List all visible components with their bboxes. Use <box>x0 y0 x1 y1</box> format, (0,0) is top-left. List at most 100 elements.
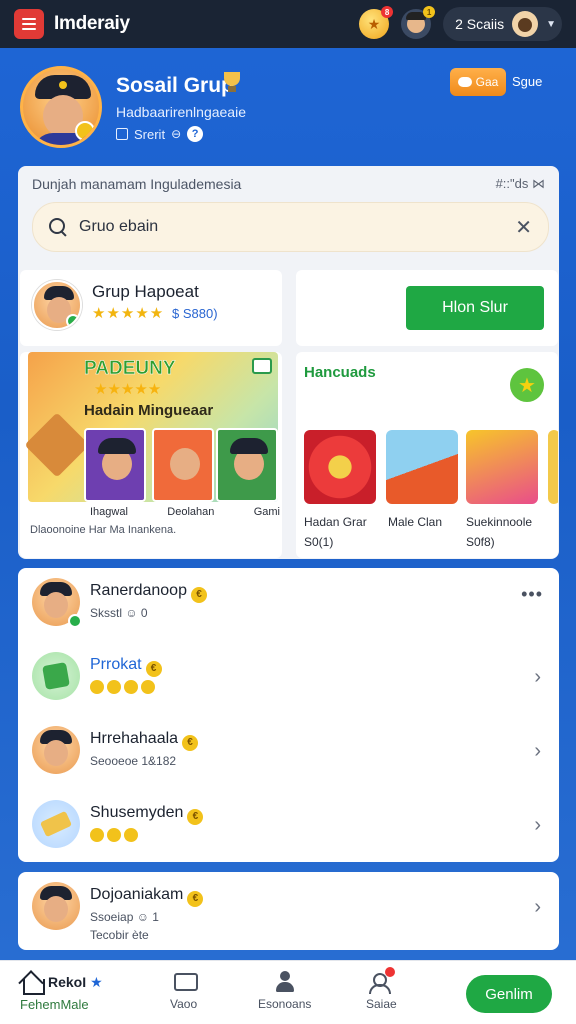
notifications-avatar[interactable]: 1 <box>401 6 436 39</box>
list-item[interactable]: Hrrehahaala € Seooeoe 1&182 › <box>18 716 559 790</box>
close-icon[interactable]: ✕ <box>515 215 532 240</box>
coin-icon: € <box>190 587 207 603</box>
member-sub: Seooeoe 1&182 <box>90 754 177 768</box>
notification-dot-icon <box>385 967 396 977</box>
tv-icon <box>172 971 198 993</box>
cta-button[interactable]: Genlim <box>466 975 552 1013</box>
group-avatar <box>32 280 82 330</box>
promo-label: Ihagwal <box>90 506 128 518</box>
trophy-icon <box>220 70 244 94</box>
panel-heading: Dunjah manamam Ingulademesia <box>32 176 242 192</box>
member-name: Prrokat € <box>90 656 162 677</box>
nav-label: Esonoans <box>258 997 312 1011</box>
featured-card: Hancuads ★ Hadan Grar S0(1) Male Clan Su… <box>296 352 558 558</box>
chevron-right-icon[interactable]: › <box>534 740 541 763</box>
member-avatar <box>32 652 80 700</box>
user-avatar <box>512 11 539 37</box>
character-tile[interactable] <box>216 428 278 502</box>
chevron-right-icon[interactable]: › <box>534 814 541 837</box>
top-icons: ★ 8 1 2 Scaiis ▼ <box>359 6 562 41</box>
promo-title: PADEUNY <box>84 358 176 380</box>
share-button[interactable]: Sgue <box>512 74 542 89</box>
member-name: Shusemyden € <box>90 804 204 825</box>
star-icon: ★ <box>90 973 103 990</box>
featured-item-name: Male Clan <box>388 515 443 529</box>
list-item[interactable]: Ranerdanoop € Sksstl ☺ 0 ••• <box>18 568 559 642</box>
more-icon[interactable]: ••• <box>521 584 543 605</box>
group-panel: Dunjah manamam Ingulademesia #::"ds ⋈ ✕ … <box>18 166 559 559</box>
member-badges <box>90 680 155 697</box>
coin-icon: € <box>187 809 204 825</box>
menu-icon[interactable] <box>14 9 44 39</box>
profile-name: Sosail Grup <box>116 74 234 97</box>
list-item[interactable]: Dojoaniakam € Ssoeiap ☺ 1 Tecobir ète › <box>18 872 559 946</box>
online-dot-icon <box>68 614 82 628</box>
list-item[interactable]: Shusemyden € › <box>18 790 559 864</box>
avatar-face-icon <box>406 12 427 33</box>
member-list: Ranerdanoop € Sksstl ☺ 0 ••• Prrokat € › H… <box>18 568 559 862</box>
member-sub: Ssoeiap ☺ 1 <box>90 910 159 924</box>
join-card: Hlon Slur <box>296 270 558 346</box>
home-icon <box>20 971 45 995</box>
calendar-icon <box>116 128 128 140</box>
user-pill[interactable]: 2 Scaiis ▼ <box>443 7 562 41</box>
featured-item-image[interactable] <box>548 430 558 504</box>
chevron-right-icon[interactable]: › <box>534 666 541 689</box>
star-icon[interactable]: ★ <box>510 368 544 402</box>
nav-video[interactable]: Vaoo <box>170 971 198 1011</box>
online-dot-icon <box>66 314 80 328</box>
rating-stars-icon: ★★★★★ <box>92 305 165 322</box>
coin-icon: € <box>182 735 199 751</box>
user-pill-label: 2 Scaiis <box>455 16 505 32</box>
profile-subtitle: Hadbaarirenlngaeaie <box>116 104 246 120</box>
nav-home[interactable]: RekoI ★ FehemMale <box>20 971 103 1013</box>
search-input[interactable] <box>79 218 516 236</box>
featured-item-sub: S0(1) <box>304 535 334 549</box>
chevron-down-icon: ▼ <box>546 18 556 30</box>
member-avatar <box>32 800 80 848</box>
nav-home-top: RekoI ★ <box>20 971 103 995</box>
profile-avatar[interactable] <box>20 66 102 148</box>
promo-label: Gami <box>253 506 280 518</box>
character-tile[interactable] <box>84 428 146 502</box>
search-bar: ✕ <box>32 202 549 252</box>
featured-item-image[interactable] <box>304 430 376 504</box>
nav-profile[interactable]: Esonoans <box>258 971 311 1011</box>
chevron-right-icon[interactable]: › <box>534 896 541 919</box>
coin-icon: € <box>187 891 204 907</box>
panel-heading-right[interactable]: #::"ds ⋈ <box>496 176 545 192</box>
user-icon <box>273 971 297 993</box>
character-tile[interactable] <box>152 428 214 502</box>
member-avatar <box>32 882 80 930</box>
featured-member-card[interactable]: Dojoaniakam € Ssoeiap ☺ 1 Tecobir ète › <box>18 872 559 950</box>
bottom-nav: RekoI ★ FehemMale Vaoo Esonoans Saiae Ge… <box>0 960 576 1024</box>
orange-action-button[interactable]: Gaa <box>450 68 506 96</box>
featured-item-sub: S0f8) <box>466 535 495 549</box>
avatar-badge: 1 <box>423 6 436 18</box>
nav-home-label: FehemMale <box>20 997 89 1012</box>
group-info-card[interactable]: Grup Hapoeat ★★★★★ $ S880) <box>20 270 282 346</box>
member-badges <box>90 828 138 845</box>
medal-icon <box>75 121 95 141</box>
promo-card[interactable]: PADEUNY ★★★★★ Hadain Mingueaar Ihagwal D… <box>20 352 282 558</box>
help-icon[interactable]: ? <box>187 126 204 142</box>
coins-icon[interactable]: ★ 8 <box>359 6 394 39</box>
nav-label: Saiae <box>366 997 397 1011</box>
info-icon[interactable]: ⊖ <box>171 127 181 141</box>
promo-banner: PADEUNY ★★★★★ Hadain Mingueaar <box>24 352 278 502</box>
promo-subtitle: Hadain Mingueaar <box>84 402 214 419</box>
nav-label: Vaoo <box>170 997 198 1011</box>
featured-item-name: Suekinnoole <box>466 515 533 529</box>
featured-item-image[interactable] <box>466 430 538 504</box>
profile-header: Sosail Grup Hadbaarirenlngaeaie Srerit ⊖… <box>20 66 560 156</box>
list-item[interactable]: Prrokat € › <box>18 642 559 716</box>
search-icon <box>49 218 67 236</box>
join-button[interactable]: Hlon Slur <box>406 286 544 330</box>
expand-icon[interactable] <box>252 358 272 374</box>
promo-stars-icon: ★★★★★ <box>94 381 162 398</box>
featured-item-image[interactable] <box>386 430 458 504</box>
nav-groups[interactable]: Saiae <box>366 967 397 1011</box>
group-title: Grup Hapoeat <box>92 282 199 301</box>
rating-value: $ S880) <box>172 306 218 321</box>
orange-button-label: Gaa <box>475 75 499 89</box>
